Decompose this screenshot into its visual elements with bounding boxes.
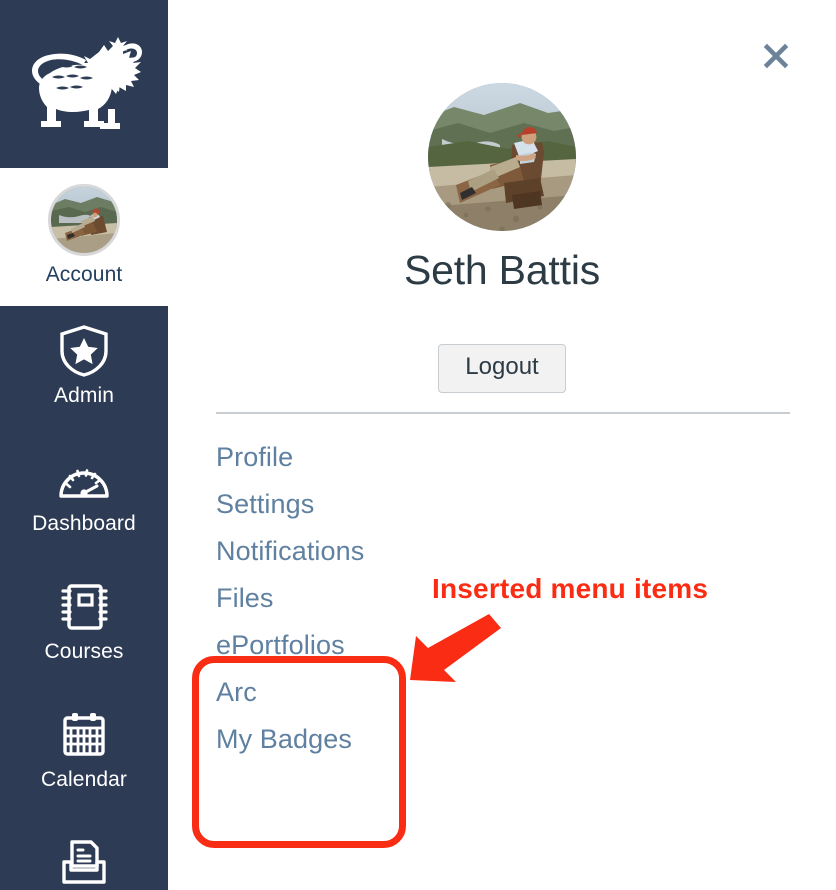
- close-icon[interactable]: [760, 40, 792, 72]
- page-title: Seth Battis: [403, 247, 601, 293]
- list-item: Settings: [216, 482, 776, 529]
- menu-item-my-badges[interactable]: My Badges: [216, 717, 776, 764]
- menu-item-settings[interactable]: Settings: [216, 482, 776, 529]
- menu-item-profile[interactable]: Profile: [216, 435, 776, 482]
- list-item: Arc: [216, 670, 776, 717]
- menu-item-notifications[interactable]: Notifications: [216, 529, 776, 576]
- profile-avatar[interactable]: [428, 83, 576, 231]
- global-navigation-sidebar: Account Admin Dashboard Courses Calendar: [0, 0, 168, 890]
- dashboard-gauge-icon: [57, 452, 111, 506]
- winged-lion-logo-icon: [32, 37, 142, 129]
- sidebar-item-calendar[interactable]: Calendar: [0, 690, 168, 818]
- menu-item-eportfolios[interactable]: ePortfolios: [216, 623, 776, 670]
- list-item: Notifications: [216, 529, 776, 576]
- institution-logo[interactable]: [0, 0, 168, 168]
- calendar-icon: [59, 708, 109, 762]
- close-x-icon-glyph: [763, 43, 789, 69]
- sidebar-item-calendar-label: Calendar: [40, 768, 128, 791]
- account-avatar: [48, 184, 120, 256]
- sidebar-item-courses[interactable]: Courses: [0, 562, 168, 690]
- sidebar-item-dashboard-label: Dashboard: [32, 512, 136, 535]
- courses-book-icon: [59, 580, 109, 634]
- sidebar-item-admin[interactable]: Admin: [0, 306, 168, 434]
- tray-profile-header: Seth Battis Logout: [168, 0, 836, 393]
- user-avatar-large-icon: [428, 83, 576, 231]
- divider: [216, 412, 790, 414]
- sidebar-item-inbox[interactable]: Inbox: [0, 818, 168, 890]
- menu-item-arc[interactable]: Arc: [216, 670, 776, 717]
- list-item: My Badges: [216, 717, 776, 764]
- sidebar-item-account-label: Account: [45, 263, 123, 286]
- user-avatar-icon: [51, 187, 117, 253]
- list-item: Profile: [216, 435, 776, 482]
- shield-star-icon: [59, 324, 109, 378]
- list-item: ePortfolios: [216, 623, 776, 670]
- annotation-text: Inserted menu items: [432, 573, 709, 604]
- sidebar-item-dashboard[interactable]: Dashboard: [0, 434, 168, 562]
- inbox-tray-icon: [59, 836, 109, 890]
- sidebar-item-admin-label: Admin: [53, 384, 115, 407]
- sidebar-item-account[interactable]: Account: [0, 168, 168, 306]
- sidebar-item-courses-label: Courses: [44, 640, 124, 663]
- logout-button[interactable]: Logout: [438, 344, 566, 393]
- account-tray: Seth Battis Logout Profile Settings Noti…: [168, 0, 836, 890]
